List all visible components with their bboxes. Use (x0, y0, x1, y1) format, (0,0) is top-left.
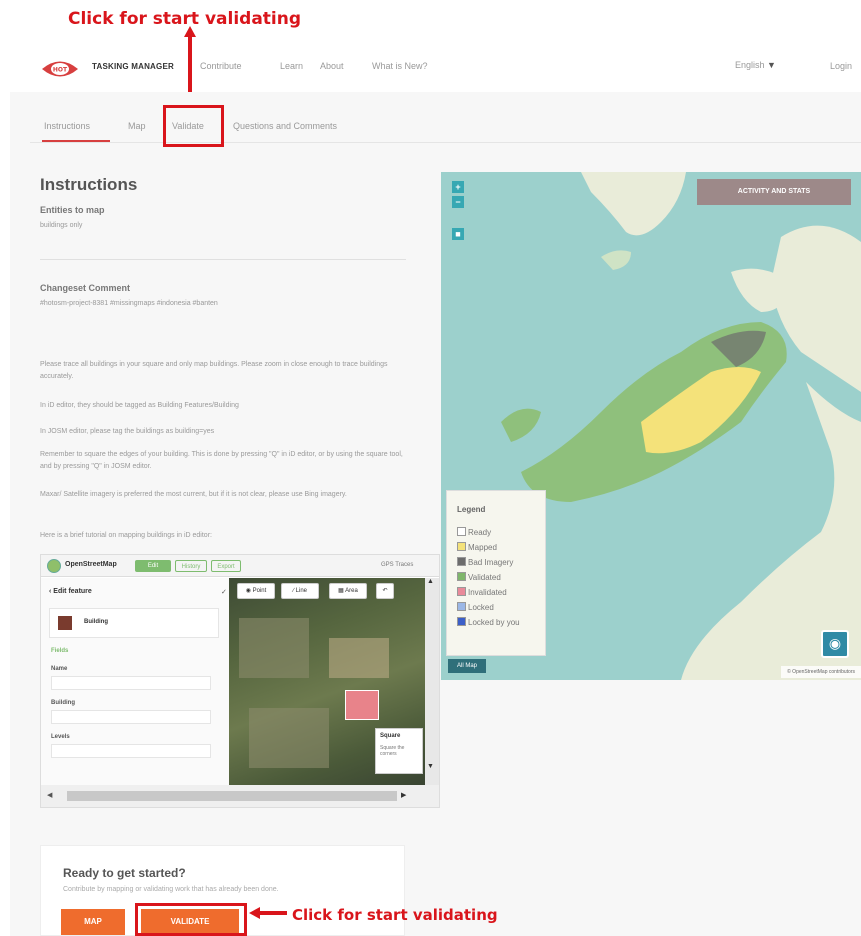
osm-field-input (51, 710, 211, 724)
brand-name: TASKING MANAGER (92, 62, 174, 71)
osm-field-input (51, 744, 211, 758)
tutorial-screenshot: OpenStreetMap Edit History Export GPS Tr… (40, 554, 440, 808)
map-button[interactable]: MAP (61, 909, 125, 935)
svg-text:HOT: HOT (53, 67, 68, 74)
legend-item: Ready (457, 527, 491, 539)
osm-history-pill: History (175, 560, 207, 572)
changeset-value: #hotosm-project-8381 #missingmaps #indon… (40, 300, 218, 307)
field-patch (329, 638, 389, 678)
scroll-down-icon: ▼ (427, 763, 434, 770)
osm-edit-pill: Edit (135, 560, 171, 572)
undo-icon: ↶ (376, 583, 394, 599)
nav-whats-new[interactable]: What is New? (372, 61, 428, 71)
instruction-paragraph: Maxar/ Satellite imagery is preferred th… (40, 491, 347, 498)
activity-stats-button[interactable]: ACTIVITY AND STATS (697, 179, 851, 205)
legend-item: Locked (457, 602, 494, 614)
osm-sidebar: ‹ Edit feature ✓ Building Fields Name Bu… (41, 578, 229, 807)
scrollbar-thumb (67, 791, 397, 801)
osm-fields-label: Fields (51, 648, 69, 654)
map-attribution: © OpenStreetMap contributors (781, 666, 861, 678)
language-selector[interactable]: English ▼ (735, 60, 776, 70)
zoom-in-button[interactable]: + (452, 181, 464, 193)
horizontal-scrollbar: ◀ ▶ (41, 785, 439, 807)
tab-map[interactable]: Map (128, 121, 146, 131)
building-icon (58, 616, 72, 630)
tab-instructions[interactable]: Instructions (44, 121, 90, 131)
osm-point-tool: ◉ Point (237, 583, 275, 599)
instruction-paragraph: Please trace all buildings in your squar… (40, 361, 388, 380)
instruction-paragraph: Remember to square the edges of your bui… (40, 451, 403, 470)
osm-status: GPS Traces (381, 562, 414, 568)
tabs-divider (30, 142, 861, 143)
osm-square-sub: Square the corners (380, 745, 405, 757)
osm-field-name: Name (51, 666, 68, 672)
scroll-up-icon: ▲ (427, 578, 434, 585)
ready-title: Ready to get started? (63, 866, 186, 880)
osm-field-levels: Levels (51, 734, 70, 740)
chevron-down-icon: ▼ (767, 60, 776, 70)
tab-questions-comments[interactable]: Questions and Comments (233, 121, 337, 131)
osm-logo-icon (47, 559, 61, 573)
osm-square-title: Square (380, 733, 401, 739)
osm-square-panel: Square Square the corners (375, 728, 423, 774)
osm-field-input (51, 676, 211, 690)
legend-item: Validated (457, 572, 501, 584)
tasking-manager-logo: HOT (42, 61, 78, 77)
changeset-heading: Changeset Comment (40, 283, 131, 293)
legend-title: Legend (457, 505, 486, 514)
osm-name: OpenStreetMap (65, 561, 117, 568)
entities-heading: Entities to map (40, 205, 105, 215)
vertical-scrollbar: ▲ ▼ (425, 578, 439, 785)
scroll-left-icon: ◀ (47, 792, 53, 799)
scroll-right-icon: ▶ (401, 792, 407, 799)
osm-toolbar: OpenStreetMap Edit History Export GPS Tr… (41, 555, 439, 577)
instruction-paragraph: In iD editor, they should be tagged as B… (40, 402, 239, 409)
callout-arrow-left-icon (249, 907, 287, 919)
validate-tab-highlight (163, 105, 224, 147)
entities-value: buildings only (40, 222, 83, 229)
osm-area-tool: ▦ Area (329, 583, 367, 599)
osm-field-building: Building (51, 700, 75, 706)
aerial-imagery: Square Square the corners (229, 578, 425, 785)
legend-item: Invalidated (457, 587, 507, 599)
fullscreen-icon[interactable]: ■ (452, 228, 464, 240)
field-patch (249, 708, 329, 768)
selected-building (345, 690, 379, 720)
nav-about[interactable]: About (320, 61, 344, 71)
all-map-button[interactable]: All Map (448, 659, 486, 673)
osm-export-pill: Export (211, 560, 241, 572)
osm-line-tool: ∕ Line (281, 583, 319, 599)
language-label: English (735, 60, 765, 70)
validate-button-highlight (135, 903, 247, 936)
instructions-title: Instructions (40, 175, 138, 194)
field-patch (239, 618, 309, 678)
ready-text: Contribute by mapping or validating work… (63, 886, 279, 893)
osm-preset-name: Building (84, 619, 108, 625)
section-divider (40, 259, 406, 260)
legend-item: Mapped (457, 542, 497, 554)
osm-edit-feature: ‹ Edit feature (49, 588, 92, 595)
legend-item: Locked by you (457, 617, 520, 629)
instruction-paragraph: Here is a brief tutorial on mapping buil… (40, 532, 212, 539)
check-icon: ✓ (221, 589, 227, 596)
top-navbar: HOT TASKING MANAGER Contribute Learn Abo… (0, 48, 861, 92)
nav-contribute[interactable]: Contribute (200, 61, 242, 71)
map-legend: Legend Ready Mapped Bad Imagery Validate… (446, 490, 546, 656)
legend-item: Bad Imagery (457, 557, 513, 569)
instruction-paragraph: In JOSM editor, please tag the buildings… (40, 428, 215, 435)
login-link[interactable]: Login (830, 61, 852, 71)
locate-icon[interactable]: ◉ (821, 630, 849, 658)
osm-preset: Building (49, 608, 219, 638)
zoom-out-button[interactable]: − (452, 196, 464, 208)
nav-learn[interactable]: Learn (280, 61, 303, 71)
callout-bottom: Click for start validating (292, 906, 498, 924)
project-map[interactable]: + − ■ ACTIVITY AND STATS Legend Ready Ma… (441, 172, 861, 680)
